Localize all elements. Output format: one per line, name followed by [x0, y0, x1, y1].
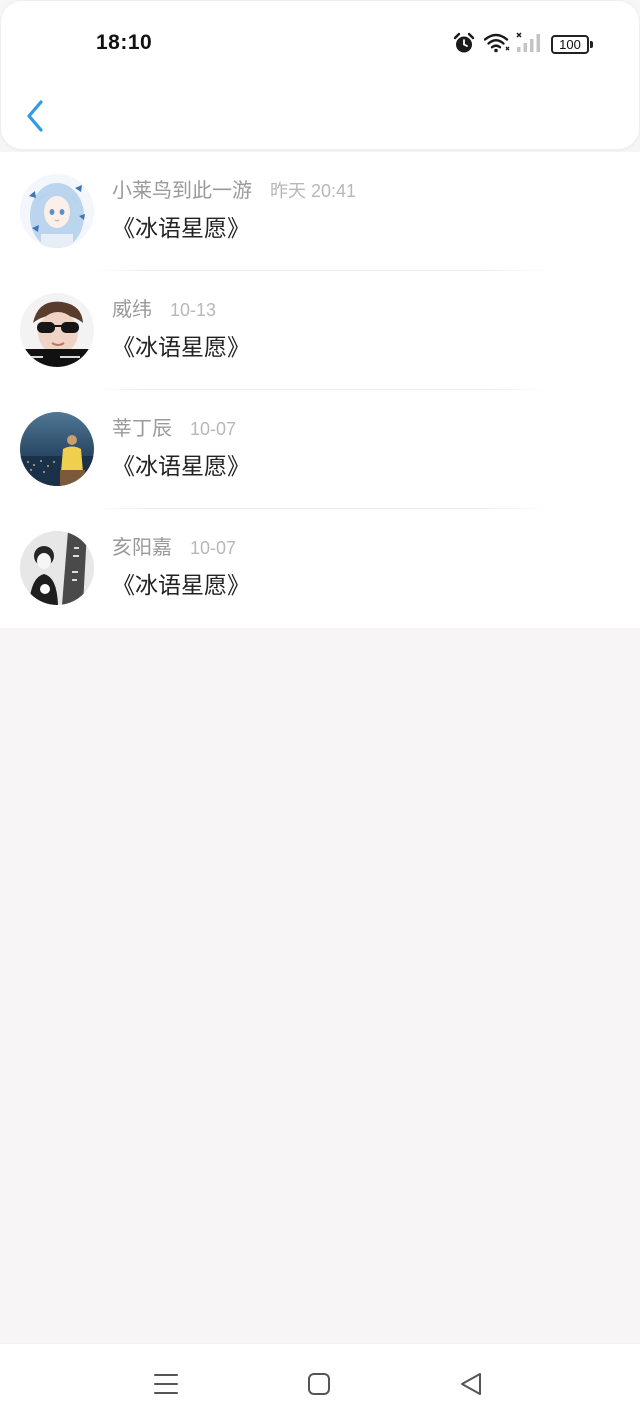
comment-content: 《冰语星愿》	[112, 215, 250, 241]
list-item[interactable]: 亥阳嘉 10-07 《冰语星愿》	[0, 509, 640, 628]
back-triangle-icon	[461, 1373, 481, 1395]
system-nav-bar	[0, 1343, 640, 1423]
header: 18:10 100	[0, 0, 640, 150]
comment-time: 10-13	[170, 300, 217, 320]
author-name[interactable]: 亥阳嘉	[112, 537, 172, 559]
avatar[interactable]	[20, 293, 94, 367]
menu-icon	[154, 1374, 178, 1394]
status-bar: 18:10 100	[1, 1, 640, 81]
list-item[interactable]: 威纬 10-13 《冰语星愿》	[0, 271, 640, 390]
comment-list: 小莱鸟到此一游昨天 20:41 《冰语星愿》 威纬 10-13 《冰语星愿》	[0, 152, 640, 628]
author-name[interactable]: 威纬	[112, 299, 152, 321]
comment-meta: 威纬 10-13	[112, 297, 216, 323]
home-button[interactable]	[305, 1370, 333, 1398]
system-back-button[interactable]	[457, 1370, 485, 1398]
signal-icon	[516, 32, 543, 53]
comment-meta: 莘丁辰 10-07	[112, 416, 236, 442]
comment-content: 《冰语星愿》	[112, 334, 250, 360]
comment-meta: 小莱鸟到此一游 昨天 20:41	[112, 178, 356, 204]
comment-time: 昨天 20:41	[270, 181, 357, 201]
author-name[interactable]: 小莱鸟到此一游	[112, 180, 252, 202]
list-item[interactable]: 莘丁辰 10-07 《冰语星愿》	[0, 390, 640, 509]
comment-time: 10-07	[190, 538, 237, 558]
recent-apps-button[interactable]	[152, 1370, 180, 1398]
author-name[interactable]: 莘丁辰	[112, 418, 172, 440]
alarm-icon	[453, 32, 475, 54]
status-time: 18:10	[96, 31, 153, 54]
avatar[interactable]	[20, 174, 94, 248]
home-square-icon	[308, 1373, 330, 1395]
battery-icon: 100	[551, 35, 593, 54]
battery-level: 100	[559, 37, 581, 52]
chevron-left-icon	[27, 100, 43, 132]
avatar[interactable]	[20, 531, 94, 605]
comment-time: 10-07	[190, 419, 237, 439]
avatar[interactable]	[20, 412, 94, 486]
list-item[interactable]: 小莱鸟到此一游 昨天 20:41 《冰语星愿》	[0, 152, 640, 271]
back-button[interactable]	[21, 97, 51, 135]
comment-meta: 亥阳嘉 10-07	[112, 535, 236, 561]
comment-content: 《冰语星愿》	[112, 572, 250, 598]
wifi-icon	[484, 33, 510, 53]
comment-content: 《冰语星愿》	[112, 453, 250, 479]
